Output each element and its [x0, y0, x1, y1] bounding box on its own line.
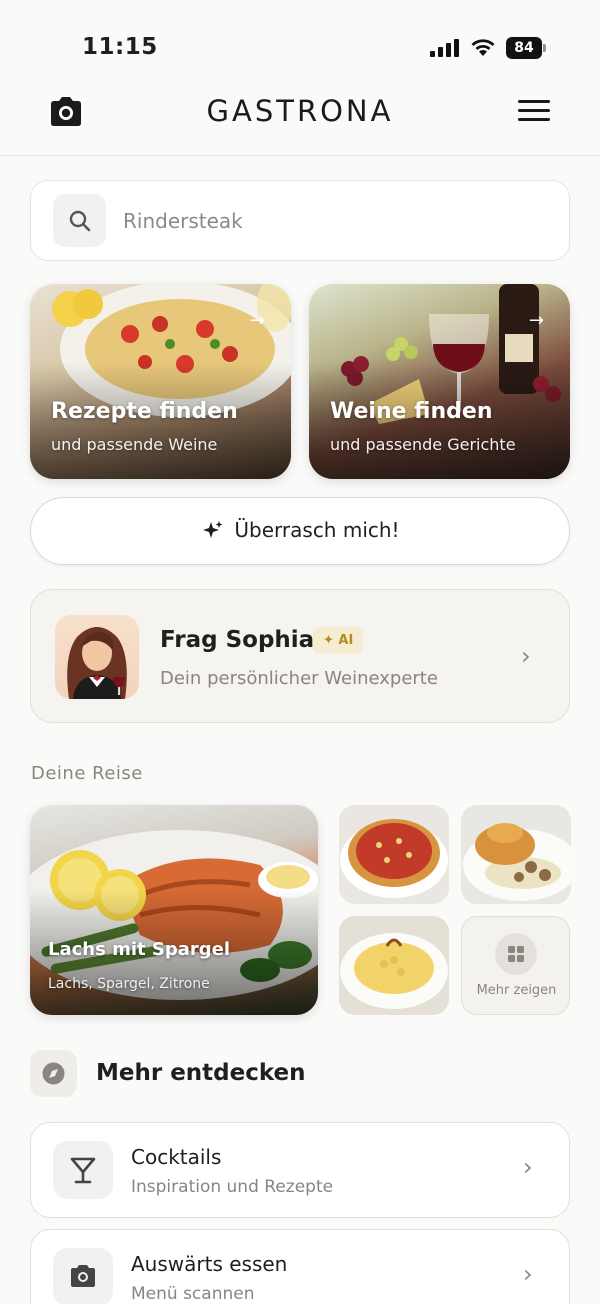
show-more-button[interactable]: Mehr zeigen: [461, 916, 570, 1015]
discover-item-title: Cocktails: [131, 1145, 222, 1169]
discover-item-subtitle: Menü scannen: [131, 1284, 255, 1304]
arrow-right-icon: →: [249, 310, 265, 331]
ai-badge-label: AI: [338, 633, 354, 648]
camera-icon: [53, 1248, 113, 1304]
compass-icon: [30, 1050, 77, 1097]
chevron-right-icon: ›: [523, 1153, 533, 1181]
journey-featured-card[interactable]: Lachs mit Spargel Lachs, Spargel, Zitron…: [30, 805, 318, 1015]
battery-icon: 84: [506, 37, 546, 59]
sophia-avatar: [55, 615, 139, 699]
discover-item-title: Auswärts essen: [131, 1252, 288, 1276]
brand-logo: GASTRONA: [206, 94, 394, 128]
journey-thumb-vol-au-vent[interactable]: [461, 805, 571, 904]
ai-badge: ✦ AI: [313, 627, 364, 654]
grid-icon: [495, 933, 537, 975]
chevron-right-icon: ›: [521, 642, 531, 670]
cocktail-icon: [53, 1141, 113, 1199]
sophia-title: Frag Sophia: [160, 627, 315, 653]
discover-item-dining-out[interactable]: Auswärts essen Menü scannen ›: [30, 1229, 570, 1304]
search-input[interactable]: [123, 203, 543, 239]
journey-featured-subtitle: Lachs, Spargel, Zitrone: [48, 976, 210, 992]
discover-item-cocktails[interactable]: Cocktails Inspiration und Rezepte ›: [30, 1122, 570, 1218]
surprise-me-label: Überrasch mich!: [234, 518, 400, 542]
show-more-label: Mehr zeigen: [476, 983, 557, 998]
wifi-icon: [471, 39, 495, 56]
sparkle-icon: [203, 521, 223, 538]
status-bar: 11:15 84: [0, 0, 600, 90]
chevron-right-icon: ›: [523, 1260, 533, 1288]
battery-level: 84: [506, 37, 542, 59]
journey-thumb-pasta[interactable]: [339, 916, 449, 1015]
arrow-right-icon: →: [528, 310, 544, 331]
hero-card-recipes[interactable]: → Rezepte finden und passende Weine: [30, 284, 291, 479]
search-icon: [53, 194, 106, 247]
app-header: GASTRONA: [0, 80, 600, 156]
surprise-me-content: Überrasch mich!: [31, 518, 571, 542]
surprise-me-button[interactable]: Überrasch mich!: [30, 497, 570, 565]
sophia-subtitle: Dein persönlicher Weinexperte: [160, 668, 438, 689]
signal-icon: [430, 39, 459, 57]
status-time: 11:15: [82, 34, 158, 60]
hero-title: Weine finden: [330, 399, 493, 424]
ai-sparkle-icon: ✦: [323, 633, 339, 648]
battery-tip: [543, 44, 546, 52]
search-bar[interactable]: [30, 180, 570, 261]
hero-subtitle: und passende Weine: [51, 435, 218, 454]
hero-subtitle: und passende Gerichte: [330, 435, 516, 454]
journey-section-label: Deine Reise: [31, 763, 143, 784]
journey-featured-title: Lachs mit Spargel: [48, 939, 231, 960]
hamburger-menu-icon[interactable]: [518, 100, 550, 126]
hero-card-wines[interactable]: → Weine finden und passende Gerichte: [309, 284, 570, 479]
ask-sophia-card[interactable]: Frag Sophia ✦ AI Dein persönlicher Weine…: [30, 589, 570, 723]
journey-thumb-tart[interactable]: [339, 805, 449, 904]
discover-section-title: Mehr entdecken: [96, 1060, 306, 1086]
discover-item-subtitle: Inspiration und Rezepte: [131, 1177, 334, 1197]
hero-title: Rezepte finden: [51, 399, 238, 424]
